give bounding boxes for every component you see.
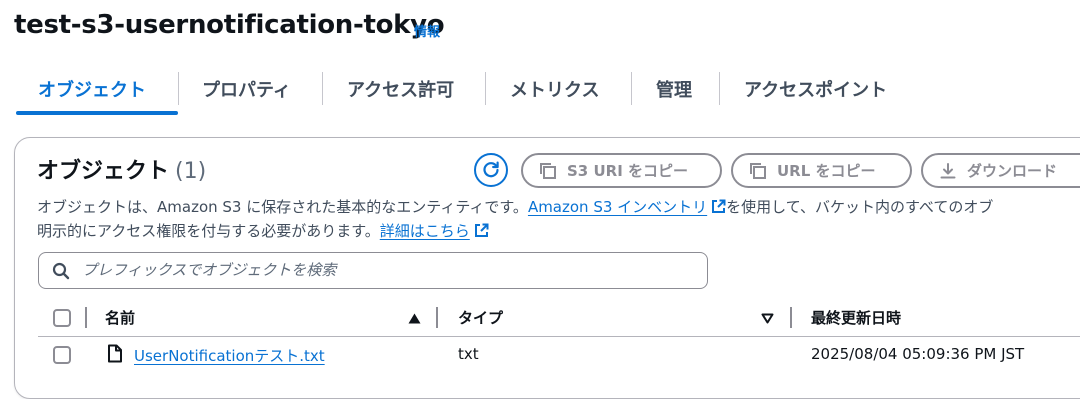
panel-title-text: オブジェクト xyxy=(37,159,170,184)
description-text: を使用して、バケット内のすべてのオブ xyxy=(726,198,994,216)
object-name: UserNotificationテスト.txt xyxy=(134,347,325,365)
refresh-icon xyxy=(483,161,499,178)
tab-divider xyxy=(719,72,720,105)
page-title: test-s3-usernotification-tokyo xyxy=(14,10,445,40)
file-icon xyxy=(108,344,122,363)
column-header-last-modified[interactable]: 最終更新日時 xyxy=(811,307,901,328)
refresh-button[interactable] xyxy=(474,153,508,187)
row-checkbox[interactable] xyxy=(53,346,71,364)
column-header-name[interactable]: 名前 xyxy=(105,307,135,328)
sort-icon[interactable] xyxy=(761,313,774,324)
tab-properties[interactable]: プロパティ xyxy=(202,76,291,102)
description-text: オブジェクトは、Amazon S3 に保存された基本的なエンティティです。 xyxy=(37,198,528,216)
inventory-link[interactable]: Amazon S3 インベントリ xyxy=(528,198,726,216)
tab-metrics[interactable]: メトリクス xyxy=(510,76,599,102)
sort-ascending-icon[interactable] xyxy=(408,313,421,324)
tab-objects[interactable]: オブジェクト xyxy=(38,76,146,102)
tab-divider xyxy=(485,72,486,105)
copy-icon xyxy=(750,162,766,179)
table-header-divider xyxy=(38,336,1080,337)
panel-title: オブジェクト (1) xyxy=(37,153,206,185)
panel-description: オブジェクトは、Amazon S3 に保存された基本的なエンティティです。Ama… xyxy=(37,196,993,217)
copy-url-button[interactable]: URL をコピー xyxy=(731,153,912,188)
tab-permissions[interactable]: アクセス許可 xyxy=(347,76,454,102)
download-button[interactable]: ダウンロード xyxy=(921,153,1080,188)
tab-access-points[interactable]: アクセスポイント xyxy=(744,76,887,102)
learn-more-link[interactable]: 詳細はこちら xyxy=(380,222,489,240)
copy-icon xyxy=(540,162,556,179)
column-header-type[interactable]: タイプ xyxy=(458,307,503,328)
tab-divider xyxy=(178,72,179,105)
object-name-link[interactable]: UserNotificationテスト.txt xyxy=(134,345,325,366)
download-icon xyxy=(940,162,956,178)
select-all-checkbox[interactable] xyxy=(53,309,71,327)
external-link-icon xyxy=(474,223,489,237)
description-text: 明示的にアクセス権限を付与する必要があります。 xyxy=(37,222,380,240)
external-link-icon xyxy=(712,199,726,213)
tab-management[interactable]: 管理 xyxy=(656,76,692,102)
column-divider xyxy=(790,307,792,328)
object-count: (1) xyxy=(175,159,207,184)
download-label: ダウンロード xyxy=(967,162,1058,180)
copy-s3-uri-label: S3 URI をコピー xyxy=(567,162,688,180)
column-divider xyxy=(436,307,438,328)
tab-divider xyxy=(631,72,632,105)
object-last-modified: 2025/08/04 05:09:36 PM JST xyxy=(811,345,1025,363)
active-tab-indicator xyxy=(16,111,178,115)
info-link[interactable]: 情報 xyxy=(414,21,440,40)
tab-divider xyxy=(322,72,323,105)
object-type: txt xyxy=(458,345,479,363)
search-icon xyxy=(52,262,70,280)
column-divider xyxy=(85,307,87,328)
search-input[interactable] xyxy=(82,256,682,284)
panel-description-line2: 明示的にアクセス権限を付与する必要があります。詳細はこちら xyxy=(37,220,489,241)
inventory-link-label: Amazon S3 インベントリ xyxy=(527,198,708,216)
copy-url-label: URL をコピー xyxy=(777,162,876,180)
copy-s3-uri-button[interactable]: S3 URI をコピー xyxy=(521,153,722,188)
learn-more-label: 詳細はこちら xyxy=(379,222,470,240)
